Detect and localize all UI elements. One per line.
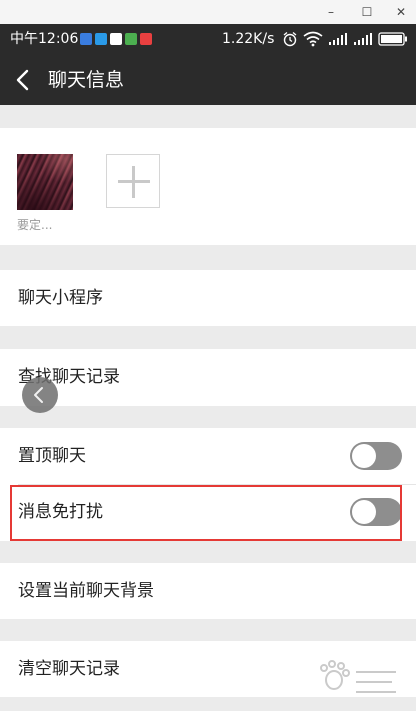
chat-background-row[interactable]: 设置当前聊天背景 — [0, 563, 416, 619]
signal-icon — [329, 33, 347, 45]
app-notification-icon — [125, 33, 137, 45]
floating-back-button[interactable] — [22, 377, 58, 413]
status-time: 中午12:06 — [10, 31, 79, 47]
app-notification-icon — [95, 33, 107, 45]
alarm-icon — [283, 32, 297, 47]
window-titlebar — [0, 0, 416, 24]
watermark-logo — [320, 660, 396, 693]
row-label: 清空聊天记录 — [18, 659, 120, 679]
app-notification-icon — [80, 33, 92, 45]
pin-chat-row[interactable]: 置顶聊天 — [0, 428, 416, 484]
row-label: 设置当前聊天背景 — [18, 581, 154, 601]
app-notification-icon — [140, 33, 152, 45]
battery-icon — [378, 32, 407, 46]
minimize-button[interactable]: – — [320, 3, 342, 21]
pin-chat-toggle[interactable] — [350, 442, 402, 470]
maximize-button[interactable]: ☐ — [356, 3, 378, 21]
highlight-box — [10, 485, 402, 541]
notification-icons — [80, 33, 152, 45]
signal-icon — [354, 33, 372, 45]
status-icons — [282, 31, 408, 47]
close-button[interactable]: ✕ — [390, 3, 412, 21]
find-history-row[interactable]: 查找聊天记录 — [0, 349, 416, 406]
row-label: 置顶聊天 — [18, 446, 86, 466]
page-title: 聊天信息 — [48, 69, 125, 91]
member-name: 要定... — [17, 218, 53, 232]
app-header: 聊天信息 — [0, 54, 416, 105]
toggle-knob — [352, 444, 376, 468]
chevron-left-icon — [34, 387, 43, 403]
wifi-icon — [303, 31, 323, 47]
back-arrow-icon[interactable] — [10, 66, 38, 94]
mini-program-row[interactable]: 聊天小程序 — [0, 270, 416, 326]
network-speed: 1.22K/s — [222, 31, 275, 47]
status-bar: 中午12:06 1.22K/s — [0, 24, 416, 54]
row-label: 聊天小程序 — [18, 288, 103, 308]
avatar[interactable] — [17, 154, 73, 210]
add-member-button[interactable] — [106, 154, 160, 208]
app-notification-icon — [110, 33, 122, 45]
